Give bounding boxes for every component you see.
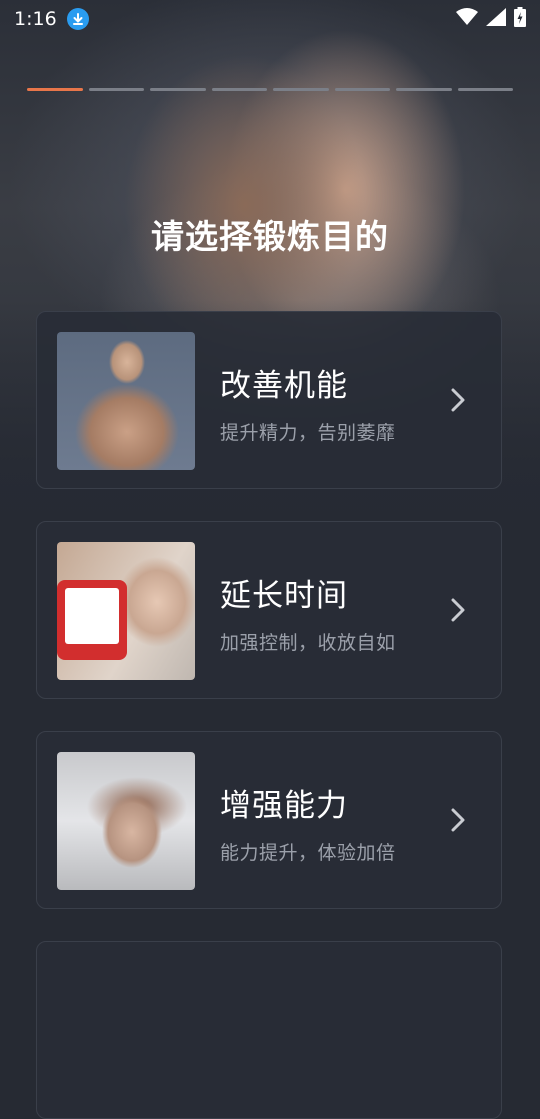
- battery-charging-icon: [514, 6, 526, 32]
- option-thumbnail: [57, 542, 195, 680]
- chevron-right-icon: [451, 808, 465, 832]
- option-thumbnail: [57, 332, 195, 470]
- progress-step-7: [396, 88, 452, 91]
- status-bar: 1:16: [0, 0, 540, 38]
- status-time: 1:16: [14, 8, 57, 30]
- option-card-improve-function[interactable]: 改善机能 提升精力，告别萎靡: [36, 311, 502, 489]
- option-title: 改善机能: [220, 368, 348, 404]
- option-subtitle: 能力提升，体验加倍: [220, 842, 396, 864]
- option-card-enhance-ability[interactable]: 增强能力 能力提升，体验加倍: [36, 731, 502, 909]
- option-subtitle: 提升精力，告别萎靡: [220, 422, 396, 444]
- option-title: 增强能力: [220, 788, 348, 824]
- progress-step-3: [150, 88, 206, 91]
- progress-step-8: [457, 88, 513, 91]
- alarm-clock-image: [57, 580, 127, 660]
- page-title: 请选择锻炼目的: [151, 217, 389, 256]
- chevron-right-icon: [451, 388, 465, 412]
- option-subtitle: 加强控制，收放自如: [220, 632, 396, 654]
- option-thumbnail: [57, 752, 195, 890]
- progress-step-1: [27, 88, 83, 91]
- progress-step-2: [88, 88, 144, 91]
- progress-step-5: [273, 88, 329, 91]
- download-icon: [66, 8, 89, 30]
- option-title: 延长时间: [220, 578, 348, 614]
- chevron-right-icon: [451, 598, 465, 622]
- signal-icon: [486, 7, 506, 31]
- option-card-partial[interactable]: [36, 941, 502, 1119]
- onboarding-progress: [27, 88, 513, 91]
- wifi-icon: [456, 7, 478, 31]
- option-card-extend-time[interactable]: 延长时间 加强控制，收放自如: [36, 521, 502, 699]
- progress-step-6: [334, 88, 390, 91]
- progress-step-4: [211, 88, 267, 91]
